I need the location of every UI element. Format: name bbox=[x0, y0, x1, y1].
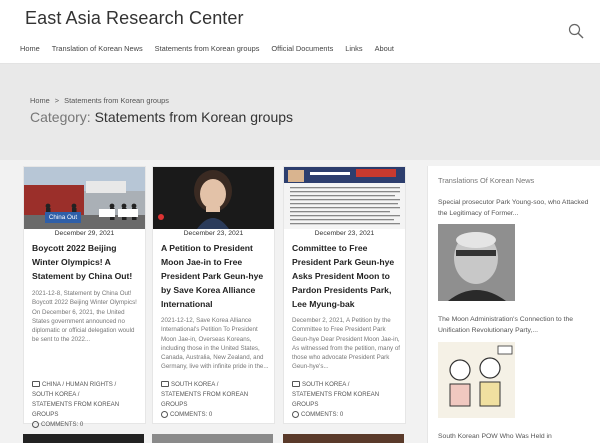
post-thumbnail[interactable] bbox=[153, 167, 274, 229]
post-date: December 23, 2021 bbox=[183, 230, 244, 237]
breadcrumb-home[interactable]: Home bbox=[30, 96, 50, 105]
sidebar-widget-title: Translations Of Korean News bbox=[438, 176, 535, 185]
next-row-thumbnail[interactable] bbox=[283, 434, 404, 443]
category-links[interactable]: SOUTH KOREA / bbox=[302, 381, 349, 388]
folder-icon bbox=[32, 381, 40, 388]
sidebar-post-thumbnail[interactable] bbox=[438, 224, 515, 301]
sidebar-post-link[interactable]: The Moon Administration's Connection to … bbox=[438, 315, 594, 336]
sidebar-post-thumbnail[interactable] bbox=[438, 342, 515, 418]
category-label: Category: bbox=[30, 109, 91, 125]
post-title[interactable]: A Petition to President Moon Jae-in to F… bbox=[161, 241, 269, 311]
search-icon[interactable] bbox=[568, 23, 584, 39]
comment-icon bbox=[32, 420, 39, 428]
post-date: December 23, 2021 bbox=[314, 230, 375, 237]
breadcrumb-current: Statements from Korean groups bbox=[64, 96, 169, 105]
portrait-photo bbox=[153, 167, 274, 229]
post-categories: SOUTH KOREA / STATEMENTS FROM KOREAN GRO… bbox=[292, 380, 402, 420]
category-name: Statements from Korean groups bbox=[94, 109, 294, 125]
post-categories: SOUTH KOREA / STATEMENTS FROM KOREAN GRO… bbox=[161, 380, 271, 420]
document-image bbox=[284, 167, 405, 229]
post-excerpt: 2021-12-8, Statement by China Out! Boyco… bbox=[32, 290, 137, 344]
post-card: China Out December 29, 2021 Boycott 2022… bbox=[23, 166, 146, 428]
category-links[interactable]: SOUTH KOREA / bbox=[171, 381, 218, 388]
main-nav: Home Translation of Korean News Statemen… bbox=[20, 44, 406, 53]
comment-count[interactable]: COMMENTS: 0 bbox=[301, 411, 343, 418]
post-card: December 23, 2021 Committee to Free Pres… bbox=[283, 166, 406, 424]
post-title[interactable]: Committee to Free President Park Geun-hy… bbox=[292, 241, 400, 311]
category-links[interactable]: CHINA / HUMAN RIGHTS / bbox=[42, 381, 116, 388]
comment-icon bbox=[161, 410, 168, 418]
breadcrumb-separator: > bbox=[54, 96, 60, 105]
nav-translation[interactable]: Translation of Korean News bbox=[52, 44, 143, 53]
sidebar-post-link[interactable]: South Korean POW Who Was Held in bbox=[438, 432, 594, 443]
nav-official-documents[interactable]: Official Documents bbox=[271, 44, 333, 53]
site-header: East Asia Research Center Home Translati… bbox=[0, 0, 600, 64]
category-links[interactable]: STATEMENTS FROM KOREAN GROUPS bbox=[292, 390, 402, 410]
sidebar: Translations Of Korean News Special pros… bbox=[427, 166, 600, 443]
comment-count[interactable]: COMMENTS: 0 bbox=[41, 421, 83, 428]
next-row-thumbnail[interactable] bbox=[152, 434, 273, 443]
next-row-thumbnail[interactable] bbox=[23, 434, 144, 443]
site-title[interactable]: East Asia Research Center bbox=[25, 8, 244, 29]
folder-icon bbox=[161, 381, 169, 388]
category-links[interactable]: STATEMENTS FROM KOREAN GROUPS bbox=[32, 400, 142, 420]
page-title: Category: Statements from Korean groups bbox=[30, 109, 293, 125]
post-thumbnail[interactable]: China Out bbox=[24, 167, 145, 229]
nav-about[interactable]: About bbox=[375, 44, 394, 53]
category-links[interactable]: STATEMENTS FROM KOREAN GROUPS bbox=[161, 390, 271, 410]
nav-links[interactable]: Links bbox=[345, 44, 362, 53]
comment-icon bbox=[292, 410, 299, 418]
sidebar-post-link[interactable]: Special prosecutor Park Young-soo, who A… bbox=[438, 198, 594, 219]
nav-statements[interactable]: Statements from Korean groups bbox=[155, 44, 260, 53]
category-links[interactable]: SOUTH KOREA / bbox=[32, 390, 142, 400]
post-excerpt: 2021-12-12, Save Korea Alliance Internat… bbox=[161, 317, 269, 371]
folder-icon bbox=[292, 381, 300, 388]
comment-count[interactable]: COMMENTS: 0 bbox=[170, 411, 212, 418]
protest-photo bbox=[24, 167, 145, 229]
post-card: December 23, 2021 A Petition to Presiden… bbox=[152, 166, 275, 424]
post-categories: CHINA / HUMAN RIGHTS / SOUTH KOREA / STA… bbox=[32, 380, 142, 430]
protest-sign: China Out bbox=[45, 212, 81, 223]
nav-home[interactable]: Home bbox=[20, 44, 40, 53]
post-excerpt: December 2, 2021, A Petition by the Comm… bbox=[292, 317, 400, 371]
breadcrumb: Home > Statements from Korean groups bbox=[30, 96, 169, 105]
post-date: December 29, 2021 bbox=[54, 230, 115, 237]
post-title[interactable]: Boycott 2022 Beijing Winter Olympics! A … bbox=[32, 241, 140, 283]
post-thumbnail[interactable] bbox=[284, 167, 405, 229]
